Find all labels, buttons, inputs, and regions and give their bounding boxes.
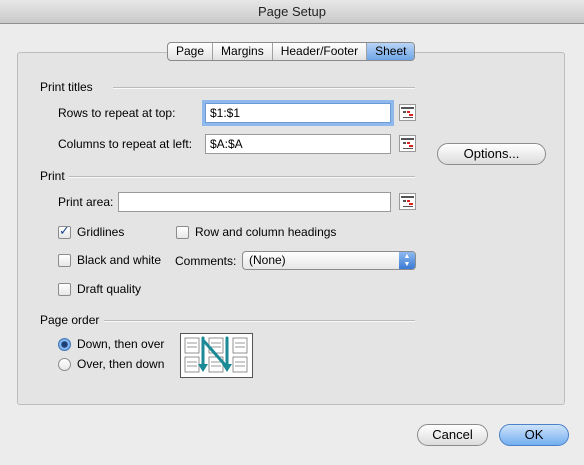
checkbox-box (176, 225, 189, 239)
print-titles-heading: Print titles (40, 80, 93, 94)
options-button[interactable]: Options... (437, 143, 546, 165)
columns-to-repeat-label: Columns to repeat at left: (58, 137, 193, 151)
print-area-input[interactable] (118, 192, 391, 212)
row-column-headings-checkbox[interactable]: Row and column headings (176, 225, 336, 239)
divider (69, 176, 415, 178)
gridlines-checkbox[interactable]: ✓ Gridlines (58, 222, 125, 239)
comments-select[interactable]: (None) ▲ ▼ (242, 251, 416, 270)
collapse-dialog-icon[interactable] (399, 135, 416, 152)
up-down-arrows-icon: ▲ ▼ (399, 252, 415, 269)
down-then-over-radio[interactable]: Down, then over (58, 337, 164, 351)
divider (104, 320, 415, 322)
window-title: Page Setup (0, 0, 584, 24)
checkbox-box: ✓ (58, 222, 71, 239)
radio-dot (58, 357, 71, 371)
gridlines-label: Gridlines (77, 225, 125, 239)
black-and-white-label: Black and white (77, 253, 162, 267)
radio-dot (58, 337, 71, 351)
tab-bar: Page Margins Header/Footer Sheet (167, 42, 416, 61)
tab-sheet[interactable]: Sheet (367, 43, 415, 60)
rows-to-repeat-label: Rows to repeat at top: (58, 106, 176, 120)
over-then-down-label: Over, then down (77, 357, 165, 371)
checkbox-box (58, 253, 71, 267)
tab-page[interactable]: Page (168, 43, 214, 60)
checkmark-icon: ✓ (59, 222, 70, 238)
comments-value: (None) (249, 253, 286, 267)
sheet-panel: Print titles Rows to repeat at top: $1:$… (17, 52, 565, 405)
draft-quality-checkbox[interactable]: Draft quality (58, 282, 141, 296)
tab-margins[interactable]: Margins (213, 43, 273, 60)
black-and-white-checkbox[interactable]: Black and white (58, 253, 161, 267)
checkbox-box (58, 282, 71, 296)
draft-quality-label: Draft quality (77, 282, 142, 296)
down-then-over-label: Down, then over (77, 337, 165, 351)
tab-header-footer[interactable]: Header/Footer (273, 43, 368, 60)
page-order-preview-icon (180, 333, 253, 378)
columns-to-repeat-input[interactable]: $A:$A (205, 134, 391, 154)
cancel-button[interactable]: Cancel (417, 424, 488, 446)
over-then-down-radio[interactable]: Over, then down (58, 357, 164, 371)
collapse-dialog-icon[interactable] (399, 193, 416, 210)
divider (113, 87, 415, 89)
page-order-heading: Page order (40, 313, 100, 327)
row-column-headings-label: Row and column headings (195, 225, 337, 239)
ok-button[interactable]: OK (499, 424, 569, 446)
print-heading: Print (40, 169, 65, 183)
comments-label: Comments: (175, 254, 237, 268)
print-area-label: Print area: (58, 195, 114, 209)
rows-to-repeat-input[interactable]: $1:$1 (205, 103, 391, 123)
collapse-dialog-icon[interactable] (399, 104, 416, 121)
